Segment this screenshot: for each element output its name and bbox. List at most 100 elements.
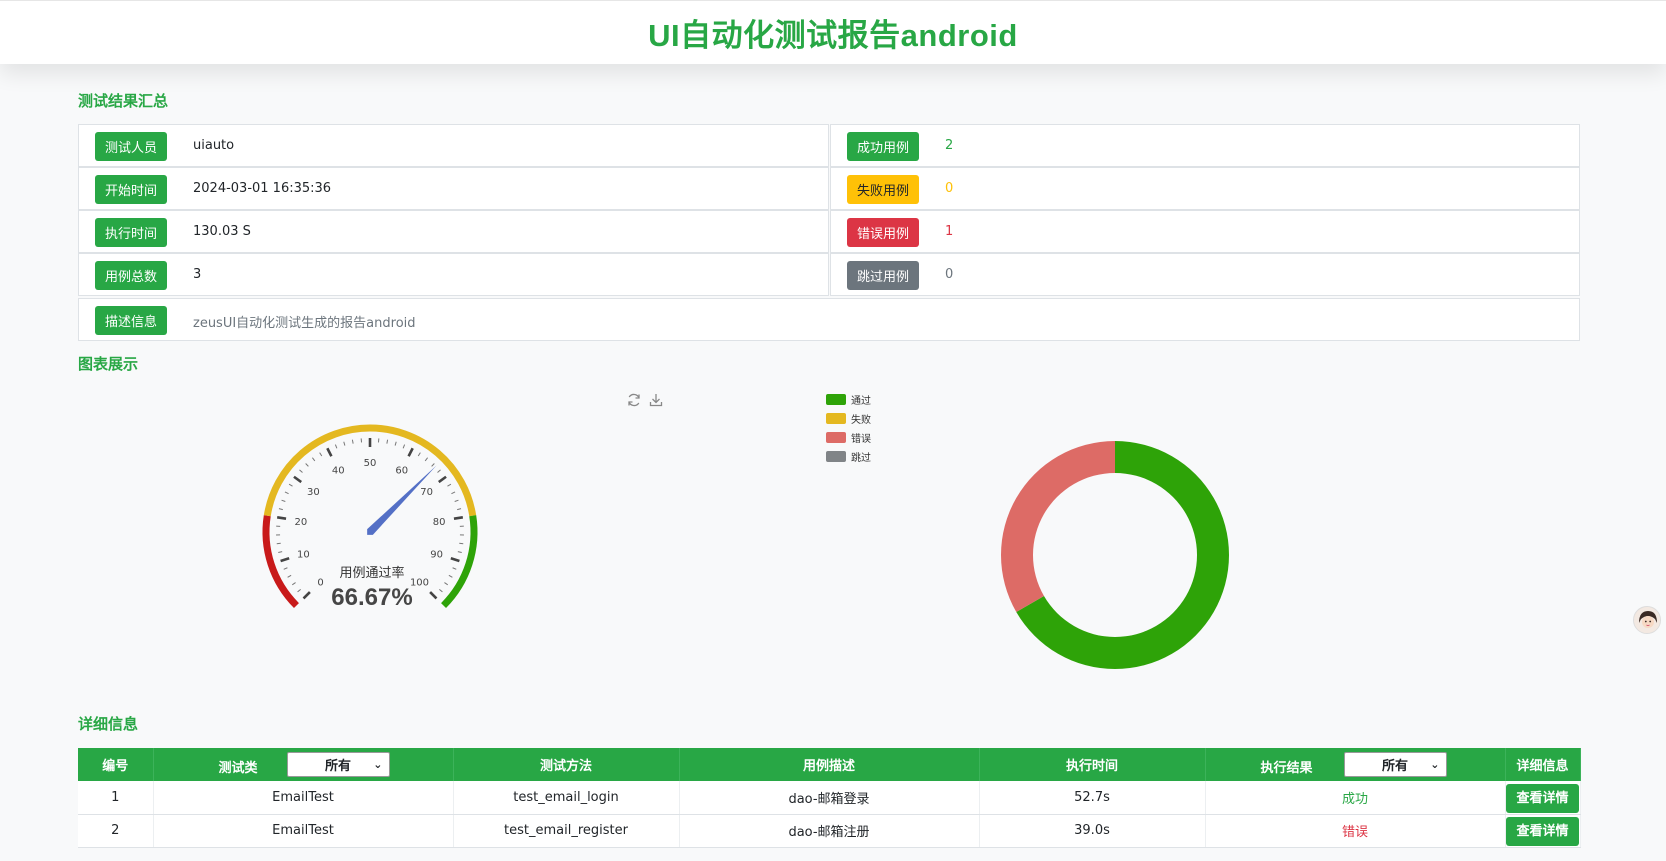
- gauge-minor-tick: [447, 483, 452, 487]
- gauge-minor-tick: [444, 582, 449, 586]
- charts-section-title: 图表展示: [78, 355, 139, 373]
- gauge-major-tick: [302, 591, 311, 600]
- legend-item-pass[interactable]: 通过: [826, 390, 871, 409]
- pass-rate-gauge: 0 10 20 30 40 50 60 70 80 90 100 用例通过率 66.67%: [262, 424, 478, 611]
- gauge-minor-tick: [299, 469, 303, 473]
- detail-table-header: 编号 测试类 所有 ⌄ 测试方法 用例描述 执行时间 执行结果 所有 ⌄ 详细信…: [78, 748, 1581, 781]
- gauge-minor-tick: [305, 463, 309, 467]
- gauge-minor-tick: [386, 439, 389, 444]
- cell-detail: 查看详情: [1505, 814, 1581, 848]
- pie-slice-错误[interactable]: [1001, 441, 1115, 612]
- detail-table: 编号 测试类 所有 ⌄ 测试方法 用例描述 执行时间 执行结果 所有 ⌄ 详细信…: [78, 748, 1581, 848]
- description-badge: 描述信息: [95, 306, 167, 335]
- tester-value: uiauto: [193, 138, 235, 153]
- gauge-minor-tick: [278, 508, 283, 511]
- assistant-avatar[interactable]: [1633, 606, 1661, 634]
- legend-swatch-pass: [826, 394, 846, 405]
- gauge-major-tick: [407, 447, 414, 457]
- error-badge: 错误用例: [847, 218, 919, 247]
- legend-item-skip[interactable]: 跳过: [826, 447, 871, 466]
- gauge-tick-label: 50: [364, 458, 377, 469]
- gauge-minor-tick: [351, 439, 354, 444]
- gauge-major-tick: [326, 447, 333, 457]
- failed-value: 0: [945, 181, 954, 196]
- skipped-badge: 跳过用例: [847, 261, 919, 290]
- gauge-major-tick: [276, 516, 287, 520]
- gauge-tick-label: 0: [317, 577, 323, 588]
- success-value: 2: [945, 138, 954, 153]
- download-icon[interactable]: [648, 392, 664, 408]
- summary-row-success: 成功用例 2: [830, 124, 1580, 167]
- result-filter-select[interactable]: 所有 ⌄: [1343, 752, 1447, 777]
- gauge-minor-tick: [291, 582, 296, 586]
- gauge-minor-tick: [437, 469, 441, 473]
- cell-id: 1: [78, 781, 154, 815]
- gauge-title: 用例通过率: [339, 565, 404, 581]
- th-detail: 详细信息: [1505, 748, 1581, 781]
- gauge-minor-tick: [394, 441, 397, 446]
- th-method: 测试方法: [453, 748, 680, 781]
- gauge-minor-tick: [452, 567, 457, 570]
- chevron-down-icon: ⌄: [1430, 758, 1440, 771]
- result-filter-value: 所有: [1381, 759, 1408, 774]
- result-pie-chart: [1001, 441, 1229, 669]
- legend-item-fail[interactable]: 失败: [826, 409, 871, 428]
- legend-swatch-error: [826, 432, 846, 443]
- cell-method: test_email_login: [453, 781, 680, 815]
- gauge-minor-tick: [417, 452, 421, 457]
- pie-legend: 通过 失败 错误 跳过: [826, 390, 871, 466]
- start-time-value: 2024-03-01 16:35:36: [193, 181, 332, 196]
- cell-class: EmailTest: [153, 814, 454, 848]
- cell-method: test_email_register: [453, 814, 680, 848]
- duration-badge: 执行时间: [95, 218, 167, 247]
- avatar-icon: [1634, 607, 1660, 633]
- cell-desc: dao-邮箱登录: [679, 781, 980, 815]
- class-filter-select[interactable]: 所有 ⌄: [286, 752, 390, 777]
- view-detail-button[interactable]: 查看详情: [1506, 817, 1579, 846]
- legend-item-error[interactable]: 错误: [826, 428, 871, 447]
- gauge-minor-tick: [459, 542, 464, 545]
- th-class-label: 测试类: [218, 761, 258, 776]
- cell-id: 2: [78, 814, 154, 848]
- gauge-minor-tick: [451, 491, 456, 495]
- gauge-minor-tick: [278, 551, 283, 553]
- gauge-minor-tick: [448, 574, 453, 578]
- view-detail-button[interactable]: 查看详情: [1506, 783, 1579, 813]
- gauge-minor-tick: [288, 483, 293, 487]
- cell-time: 39.0s: [979, 814, 1206, 848]
- failed-badge: 失败用例: [847, 175, 919, 204]
- legend-label-pass: 通过: [851, 396, 871, 407]
- chevron-down-icon: ⌄: [373, 758, 383, 771]
- summary-row-total: 用例总数 3: [78, 253, 829, 296]
- gauge-minor-tick: [343, 441, 346, 446]
- gauge-tick-label: 60: [395, 466, 408, 477]
- legend-swatch-skip: [826, 451, 846, 462]
- summary-row-duration: 执行时间 130.03 S: [78, 210, 829, 253]
- cell-desc: dao-邮箱注册: [679, 814, 980, 848]
- summary-row-failed: 失败用例 0: [830, 167, 1580, 210]
- gauge-minor-tick: [297, 588, 301, 593]
- summary-row-tester: 测试人员 uiauto: [78, 124, 829, 167]
- tester-badge: 测试人员: [95, 132, 167, 161]
- table-row: 2 EmailTest test_email_register dao-邮箱注册…: [78, 814, 1581, 848]
- summary-section-title: 测试结果汇总: [78, 92, 169, 110]
- refresh-icon[interactable]: [626, 392, 642, 408]
- gauge-minor-tick: [431, 463, 435, 467]
- gauge-minor-tick: [454, 499, 459, 502]
- description-value: zeusUI自动化测试生成的报告android: [193, 316, 416, 331]
- legend-label-error: 错误: [851, 434, 871, 445]
- gauge-minor-tick: [283, 567, 288, 570]
- start-time-badge: 开始时间: [95, 175, 167, 204]
- table-row: 1 EmailTest test_email_login dao-邮箱登录 52…: [78, 781, 1581, 815]
- total-value: 3: [193, 267, 202, 282]
- gauge-minor-tick: [334, 444, 338, 449]
- summary-row-start-time: 开始时间 2024-03-01 16:35:36: [78, 167, 829, 210]
- report-title: UI自动化测试报告android: [648, 18, 1018, 53]
- details-section-title: 详细信息: [78, 715, 139, 733]
- skipped-value: 0: [945, 267, 954, 282]
- gauge-minor-tick: [457, 508, 462, 511]
- gauge-minor-tick: [439, 588, 443, 593]
- summary-row-description: 描述信息 zeusUI自动化测试生成的报告android: [78, 298, 1580, 341]
- th-class: 测试类 所有 ⌄: [153, 748, 454, 781]
- gauge-major-tick: [438, 475, 447, 484]
